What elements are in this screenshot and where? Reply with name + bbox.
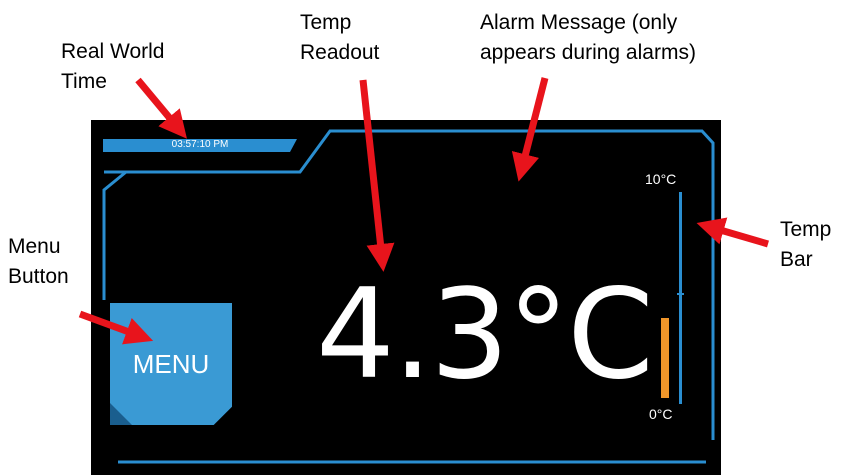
arrow-menu-button <box>78 310 154 345</box>
arrow-temp-readout <box>359 79 395 272</box>
arrow-real-world-time <box>135 77 187 139</box>
arrow-alarm-message <box>511 77 549 182</box>
arrow-temp-bar <box>696 217 769 248</box>
callout-arrows <box>78 77 769 345</box>
